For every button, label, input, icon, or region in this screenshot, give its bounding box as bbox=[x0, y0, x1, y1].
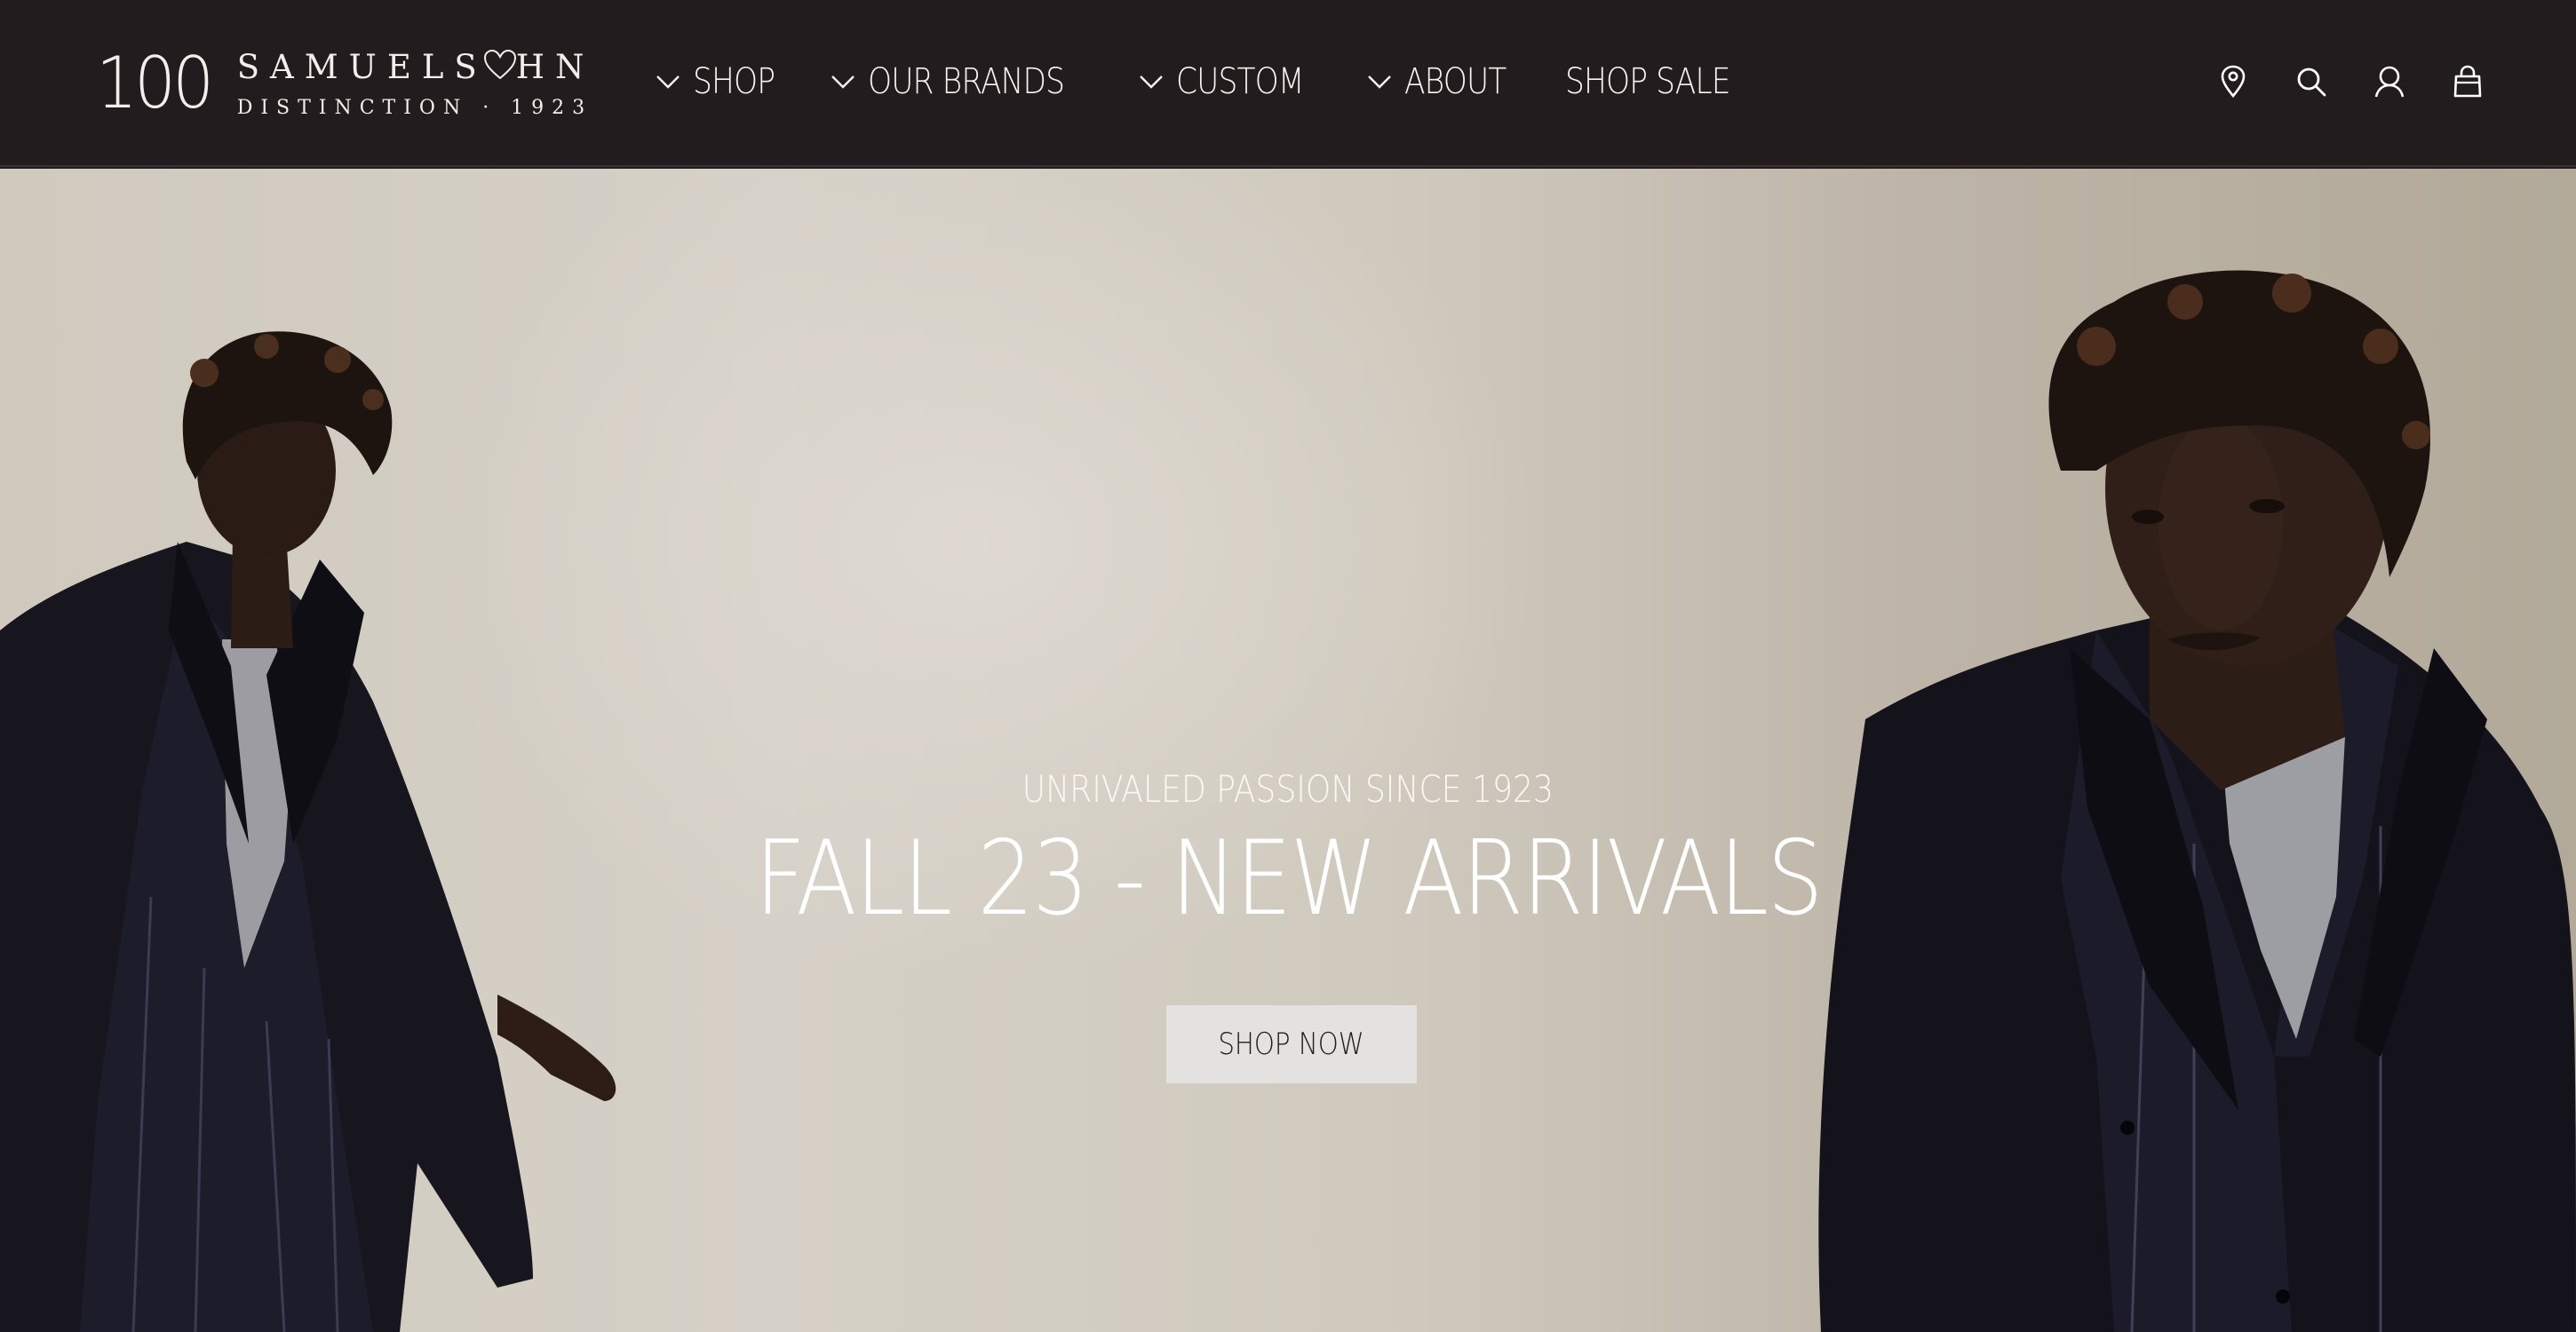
account-icon[interactable] bbox=[2370, 62, 2409, 101]
nav-label: CUSTOM bbox=[1176, 61, 1305, 102]
nav-item-about[interactable]: ABOUT bbox=[1367, 53, 1523, 110]
header-actions bbox=[2174, 62, 2487, 101]
nav-item-shop[interactable]: SHOP bbox=[656, 53, 788, 110]
nav-item-shop-sale[interactable]: SHOP SALE bbox=[1565, 53, 1757, 110]
nav-item-custom[interactable]: CUSTOM bbox=[1139, 53, 1324, 110]
nav-label: OUR BRANDS bbox=[868, 61, 1065, 102]
logo-name-part: SAMUELS bbox=[236, 48, 488, 86]
chevron-down-icon bbox=[831, 75, 855, 89]
location-pin-icon[interactable] bbox=[2214, 62, 2253, 101]
hero-banner: UNRIVALED PASSION SINCE 1923 FALL 23 - N… bbox=[0, 169, 2576, 1332]
hero-copy: UNRIVALED PASSION SINCE 1923 FALL 23 - N… bbox=[0, 767, 2576, 933]
nav-item-our-brands[interactable]: OUR BRANDS bbox=[831, 53, 1096, 110]
logo-number: 100 bbox=[96, 42, 214, 124]
shop-now-button[interactable]: SHOP NOW bbox=[1166, 1005, 1417, 1083]
shopping-bag-icon[interactable] bbox=[2448, 62, 2487, 101]
logo-name-part: HN bbox=[515, 48, 595, 86]
brand-logo[interactable]: 100 SAMUELS HN DISTINCTION · 1923 bbox=[96, 46, 594, 121]
nav-label: SHOP bbox=[693, 61, 775, 102]
hero-models-photo bbox=[0, 270, 2576, 1332]
main-nav: SHOP OUR BRANDS CUSTOM ABOUT SHOP SALE bbox=[656, 53, 1800, 110]
shop-now-label: SHOP NOW bbox=[1218, 1027, 1365, 1062]
hero-subtitle: UNRIVALED PASSION SINCE 1923 bbox=[1022, 767, 1554, 811]
logo-tagline: DISTINCTION · 1923 bbox=[236, 96, 593, 119]
search-icon[interactable] bbox=[2292, 62, 2331, 101]
chevron-down-icon bbox=[656, 75, 680, 89]
nav-label: ABOUT bbox=[1404, 61, 1507, 102]
chevron-down-icon bbox=[1368, 75, 1392, 89]
chevron-down-icon bbox=[1140, 75, 1164, 89]
site-header: 100 SAMUELS HN DISTINCTION · 1923 SHOP O… bbox=[0, 0, 2576, 167]
nav-label: SHOP SALE bbox=[1565, 61, 1730, 102]
heart-icon bbox=[482, 49, 518, 86]
logo-wordmark: SAMUELS HN DISTINCTION · 1923 bbox=[237, 49, 595, 119]
logo-name: SAMUELS HN bbox=[237, 49, 595, 86]
hero-title: FALL 23 - NEW ARRIVALS bbox=[754, 819, 1823, 939]
